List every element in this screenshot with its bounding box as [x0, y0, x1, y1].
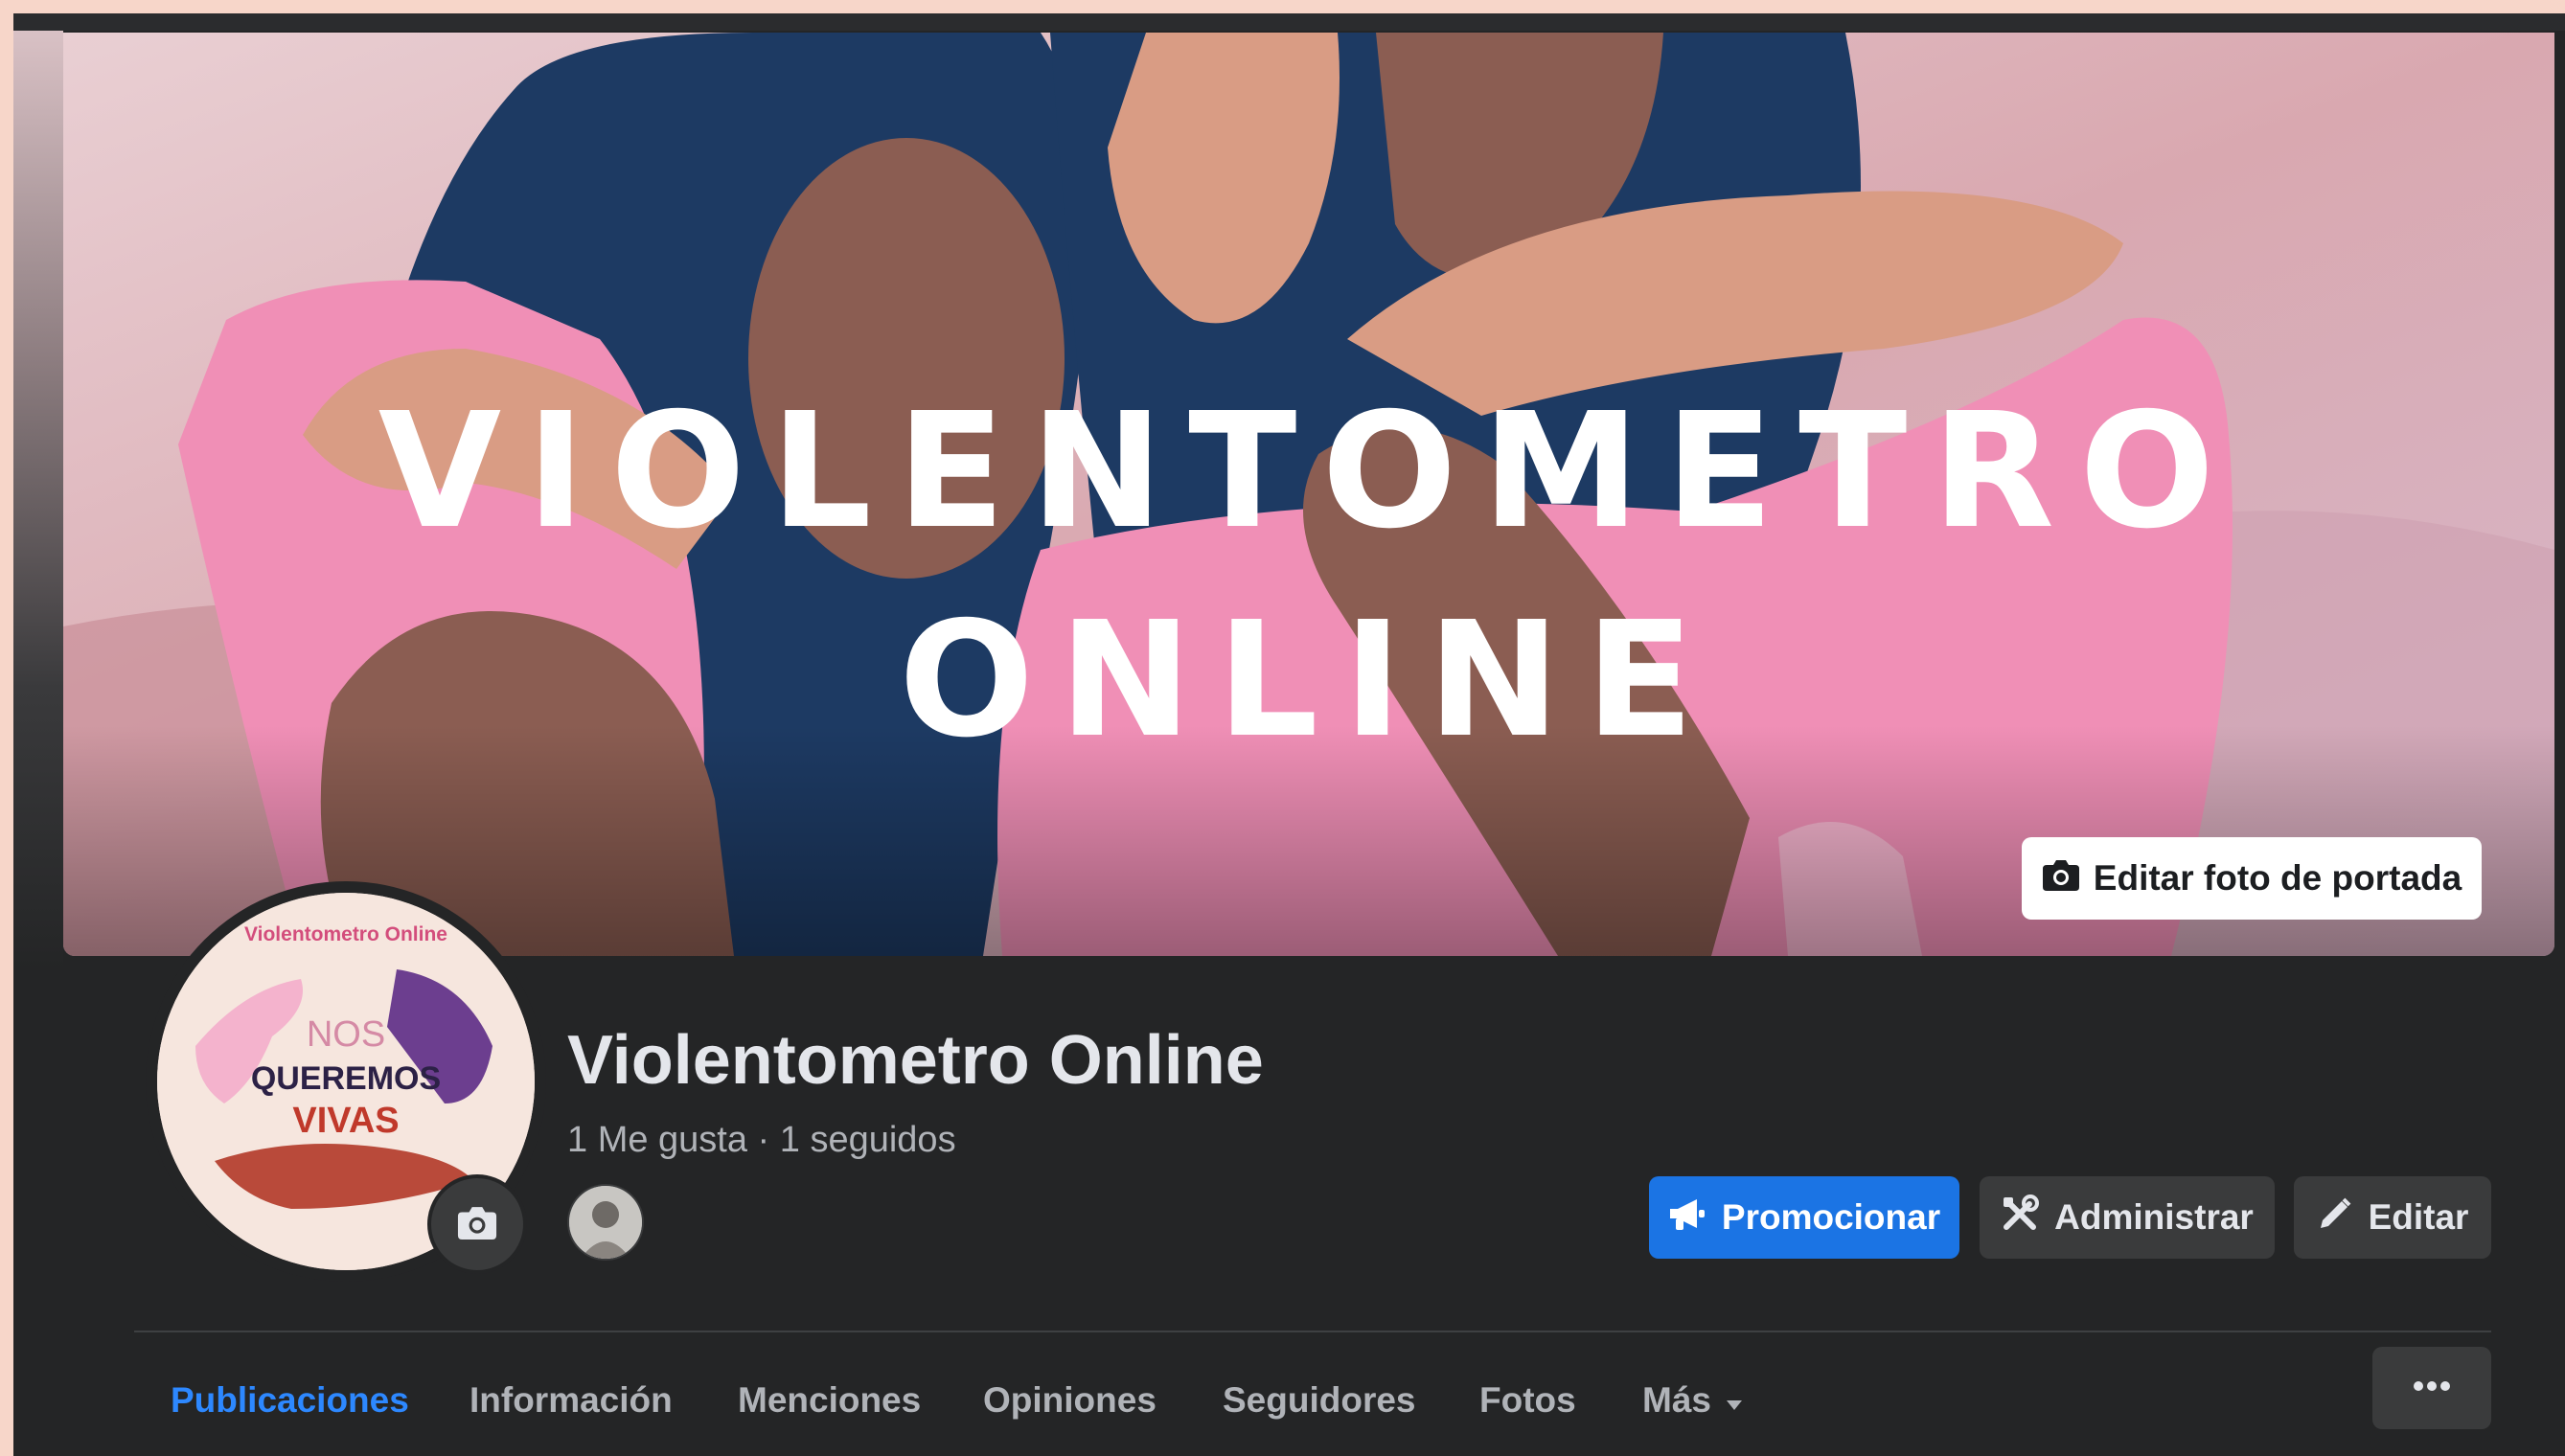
avatar-line1-text: NOS [307, 1014, 385, 1055]
edit-cover-photo-button[interactable]: Editar foto de portada [2022, 837, 2482, 920]
manage-button[interactable]: Administrar [1980, 1176, 2275, 1259]
camera-icon [2042, 857, 2080, 900]
page-title: Violentometro Online [567, 1022, 1264, 1099]
tab-informacion[interactable]: Información [469, 1353, 673, 1448]
more-options-button[interactable] [2372, 1347, 2491, 1429]
facebook-page-window: VIOLENTOMETRO ONLINE Editar foto de port… [13, 13, 2565, 1456]
cover-photo: VIOLENTOMETRO ONLINE [63, 33, 2554, 956]
camera-icon [456, 1204, 498, 1245]
cover-title-text: VIOLENTOMETRO ONLINE [378, 379, 2240, 773]
edit-label: Editar [2368, 1197, 2469, 1237]
promote-label: Promocionar [1721, 1197, 1941, 1237]
update-profile-picture-button[interactable] [427, 1174, 527, 1274]
edit-button[interactable]: Editar [2294, 1176, 2491, 1259]
tab-menciones[interactable]: Menciones [738, 1353, 921, 1448]
page-stats[interactable]: 1 Me gusta · 1 seguidos [567, 1120, 956, 1161]
tab-mas-label: Más [1642, 1380, 1711, 1420]
left-edge-gradient [13, 31, 63, 969]
avatar-line3-text: VIVAS [292, 1101, 399, 1141]
tools-icon [2001, 1194, 2040, 1241]
tab-opiniones[interactable]: Opiniones [983, 1353, 1157, 1448]
caret-down-icon [1725, 1380, 1744, 1421]
edit-cover-photo-label: Editar foto de portada [2093, 858, 2462, 898]
profile-divider [134, 1331, 2491, 1332]
promote-button[interactable]: Promocionar [1649, 1176, 1959, 1259]
tab-seguidores[interactable]: Seguidores [1223, 1353, 1416, 1448]
top-bar [13, 13, 2565, 31]
ellipsis-icon [2413, 1379, 2451, 1397]
avatar-top-text: Violentometro Online [244, 923, 447, 945]
megaphone-icon [1668, 1196, 1706, 1240]
manage-label: Administrar [2054, 1197, 2254, 1237]
tab-publicaciones[interactable]: Publicaciones [171, 1353, 409, 1448]
tab-mas[interactable]: Más [1642, 1353, 1744, 1448]
pencil-icon [2317, 1195, 2353, 1240]
follower-avatar[interactable] [567, 1184, 644, 1261]
tab-fotos[interactable]: Fotos [1479, 1353, 1576, 1448]
avatar-line2-text: QUEREMOS [251, 1060, 441, 1097]
